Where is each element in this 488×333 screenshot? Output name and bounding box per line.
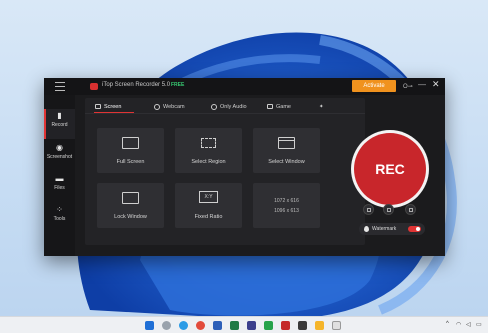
search-icon[interactable] <box>162 321 171 330</box>
lock-window-icon <box>122 192 139 204</box>
app-icon[interactable] <box>247 321 256 330</box>
audio-icon <box>211 103 217 110</box>
resolution-item[interactable]: 1072 x 616 <box>253 198 320 204</box>
sidebar-item-record[interactable]: ▮ Record <box>44 109 75 139</box>
tab-only-audio[interactable]: Only Audio <box>211 101 247 112</box>
app-title: iTop Screen Recorder 5.0 <box>102 82 171 88</box>
tab-label: Webcam <box>163 103 185 110</box>
record-panel: Screen Webcam Only Audio Game ✦ Full Scr… <box>85 98 365 245</box>
tab-game[interactable]: Game <box>267 101 291 112</box>
option-label: Fixed Ratio <box>194 214 223 220</box>
sidebar-item-files[interactable]: ▬ Files <box>44 172 75 202</box>
app-icon[interactable] <box>281 321 290 330</box>
folder-icon: ▬ <box>55 174 64 183</box>
app-icon[interactable] <box>264 321 273 330</box>
tab-screen[interactable]: Screen <box>95 101 121 112</box>
more-tools-icon[interactable]: ✦ <box>319 101 324 112</box>
screenshot-mini-icon[interactable] <box>363 204 374 215</box>
option-label: Select Region <box>191 159 226 165</box>
sidebar-item-label: Tools <box>53 216 66 222</box>
title-bar: iTop Screen Recorder 5.0 FREE Activate O… <box>44 78 445 95</box>
taskbar: ^ ◠ ◁ ▭ <box>0 316 488 333</box>
word-icon[interactable] <box>213 321 222 330</box>
watermark-toggle[interactable] <box>408 226 421 232</box>
app-icon[interactable] <box>332 321 341 330</box>
close-icon[interactable]: ✕ <box>432 80 440 89</box>
tab-divider <box>85 113 365 114</box>
sidebar-item-tools[interactable]: ⁘ Tools <box>44 203 75 233</box>
monitor-icon <box>95 104 101 109</box>
monitor-icon <box>122 137 139 149</box>
grid-icon: ⁘ <box>56 205 63 214</box>
app-logo-icon <box>90 83 98 90</box>
excel-icon[interactable] <box>230 321 239 330</box>
option-label: Full Screen <box>116 159 145 165</box>
select-window-option[interactable]: Select Window <box>253 128 320 173</box>
hamburger-icon[interactable] <box>55 82 65 91</box>
app-icon[interactable] <box>315 321 324 330</box>
drop-icon <box>364 226 369 232</box>
select-region-option[interactable]: Select Region <box>175 128 242 173</box>
fixed-ratio-option[interactable]: X:Y Fixed Ratio <box>175 183 242 228</box>
tab-label: Only Audio <box>220 103 247 110</box>
tab-label: Screen <box>104 103 122 110</box>
app-icon[interactable] <box>298 321 307 330</box>
camera-icon: ◉ <box>56 143 63 152</box>
record-icon: ▮ <box>57 111 62 120</box>
rec-button[interactable]: REC <box>354 133 426 205</box>
windows-icon[interactable] <box>145 321 154 330</box>
chrome-icon[interactable] <box>196 321 205 330</box>
activate-button[interactable]: Activate <box>352 80 396 92</box>
tray-chevron-icon[interactable]: ^ <box>446 321 449 327</box>
full-screen-option[interactable]: Full Screen <box>97 128 164 173</box>
tab-bar: Screen Webcam Only Audio Game ✦ <box>85 98 365 113</box>
battery-icon[interactable]: ▭ <box>476 321 482 328</box>
key-icon[interactable]: O⊸ <box>403 83 413 90</box>
tab-webcam[interactable]: Webcam <box>154 101 185 112</box>
window-icon <box>278 137 295 149</box>
sidebar-item-label: Record <box>51 122 68 128</box>
wifi-icon[interactable]: ◠ <box>456 321 461 328</box>
recent-resolutions[interactable]: 1072 x 616 1096 x 613 <box>253 183 320 228</box>
edge-icon[interactable] <box>179 321 188 330</box>
sidebar-item-screenshot[interactable]: ◉ Screenshot <box>44 141 75 171</box>
sidebar-item-label: Files <box>54 185 65 191</box>
lock-window-option[interactable]: Lock Window <box>97 183 164 228</box>
screen-recorder-window: iTop Screen Recorder 5.0 FREE Activate O… <box>44 78 445 256</box>
watermark-row: Watermark <box>359 223 425 235</box>
window-bar-icon <box>278 140 295 141</box>
webcam-icon <box>154 103 160 110</box>
tab-label: Game <box>276 103 291 110</box>
resolution-item[interactable]: 1096 x 613 <box>253 208 320 214</box>
minimize-icon[interactable]: — <box>418 81 426 89</box>
region-icon <box>201 138 216 148</box>
ratio-icon: X:Y <box>199 191 218 203</box>
sidebar-item-label: Screenshot <box>46 154 73 160</box>
option-label: Lock Window <box>114 214 147 220</box>
watermark-label: Watermark <box>372 226 397 232</box>
option-label: Select Window <box>268 159 305 165</box>
gamepad-icon <box>267 104 273 109</box>
settings-mini-icon[interactable] <box>383 204 394 215</box>
audio-mini-icon[interactable] <box>405 204 416 215</box>
sidebar: ▮ Record ◉ Screenshot ▬ Files ⁘ Tools <box>44 95 75 256</box>
free-badge: FREE <box>171 82 185 88</box>
volume-icon[interactable]: ◁ <box>466 321 471 328</box>
